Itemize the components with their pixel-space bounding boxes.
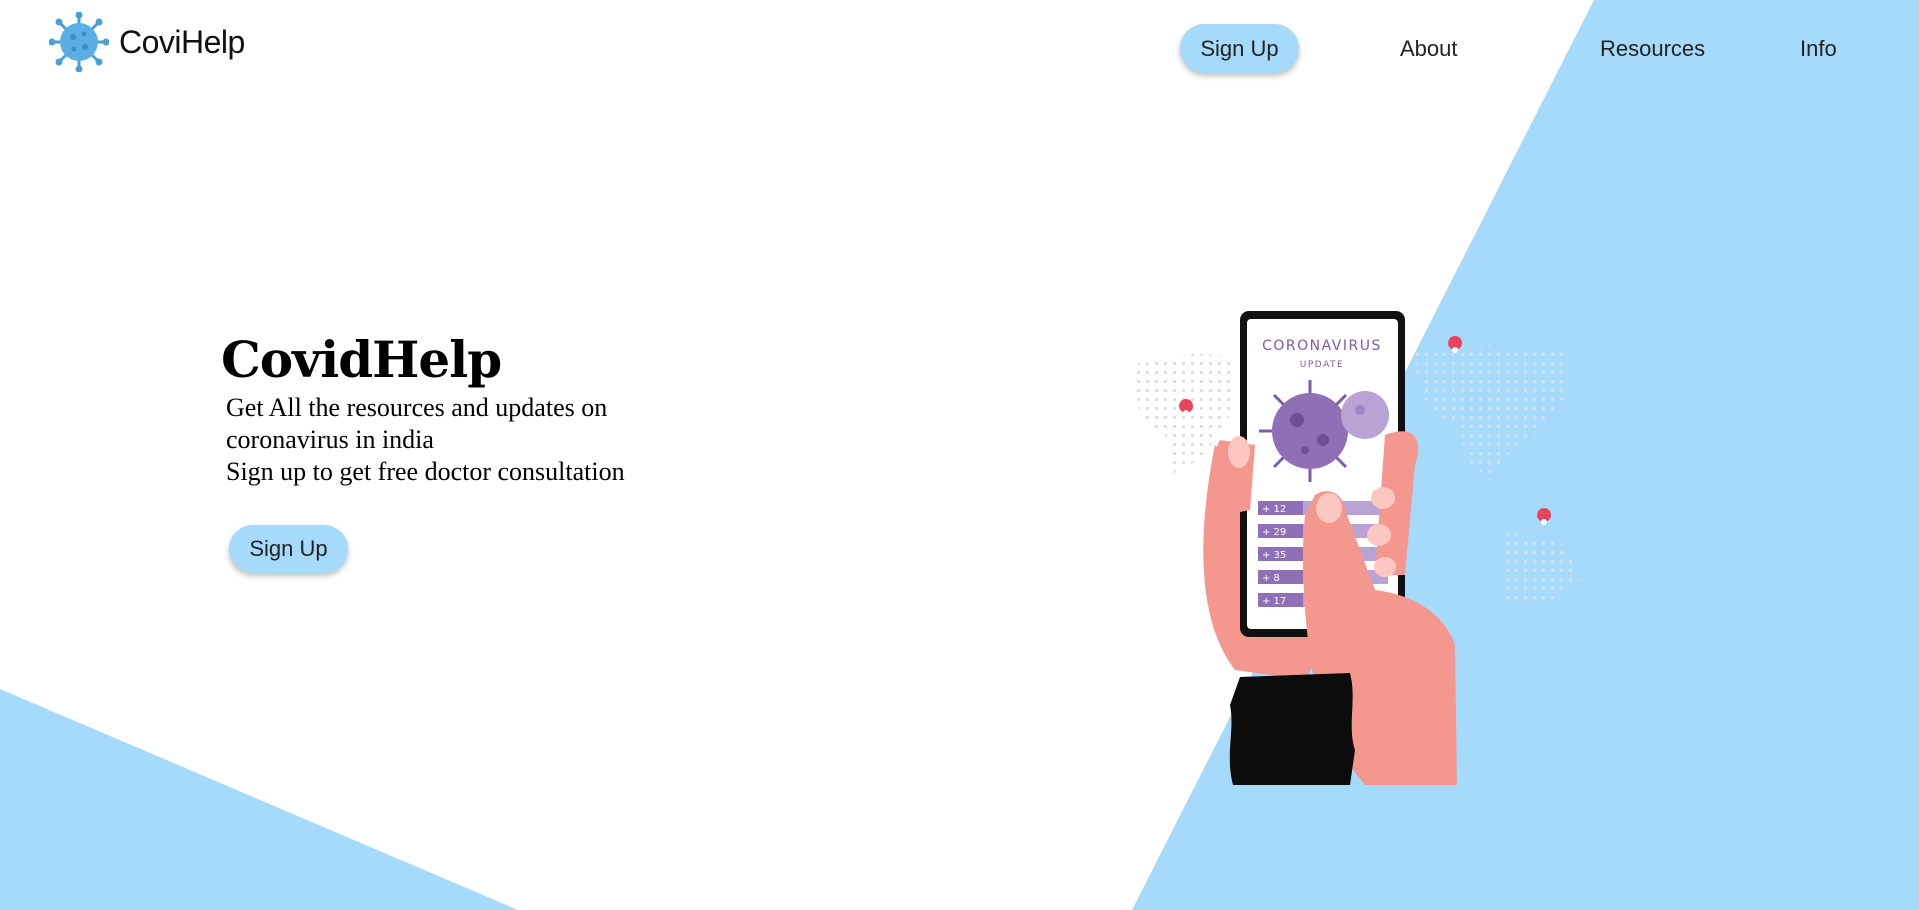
nav-link-info[interactable]: Info	[1800, 36, 1837, 62]
hero-line-resources: Get All the resources and updates on cor…	[226, 393, 608, 454]
hero-signup-button[interactable]: Sign Up	[229, 525, 348, 573]
coronavirus-icon	[49, 12, 109, 72]
stat-value: + 17	[1262, 596, 1286, 607]
nav-link-about[interactable]: About	[1400, 36, 1458, 62]
stat-value: + 12	[1262, 504, 1286, 515]
sleeve	[1229, 673, 1355, 785]
stat-value: + 29	[1262, 527, 1286, 538]
stat-value: + 35	[1262, 550, 1286, 561]
stat-value: + 8	[1262, 573, 1280, 584]
hero-description: Get All the resources and updates on cor…	[226, 392, 626, 488]
phone-illustration: CORONAVIRUS UPDATE + 12 + 29 + 35 + 8 + …	[1130, 311, 1580, 785]
hero-line-signup: Sign up to get free doctor consultation	[226, 457, 625, 486]
phone-subtitle: UPDATE	[1300, 360, 1344, 370]
brand-name: CoviHelp	[119, 23, 245, 60]
hero-title: CovidHelp	[221, 330, 502, 389]
nav-signup-button[interactable]: Sign Up	[1180, 24, 1299, 73]
phone-title: CORONAVIRUS	[1262, 338, 1382, 354]
nav-link-resources[interactable]: Resources	[1600, 36, 1705, 62]
brand-logo[interactable]: CoviHelp	[49, 12, 245, 72]
location-pin-icon	[1537, 508, 1552, 536]
